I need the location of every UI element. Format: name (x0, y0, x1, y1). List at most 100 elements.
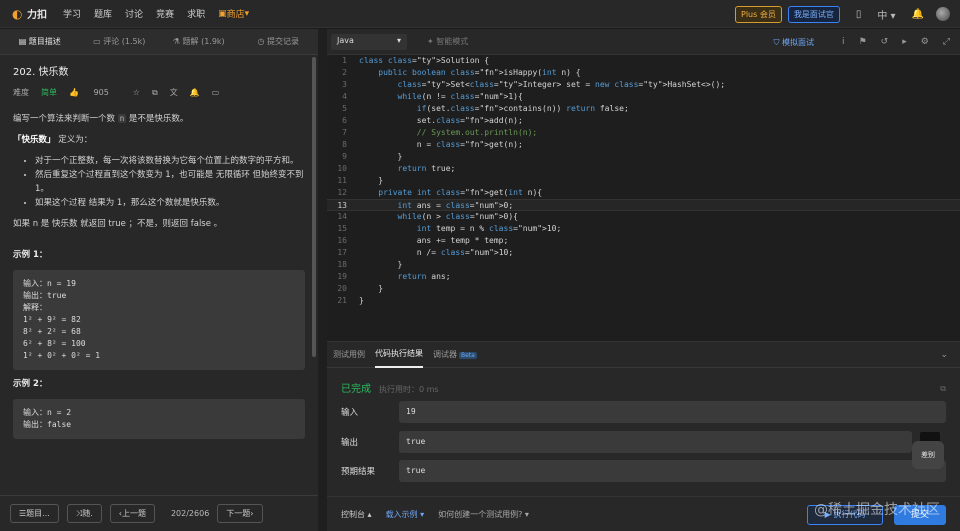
star-icon[interactable]: ☆ (133, 87, 140, 99)
code-line[interactable]: 14 while(n > class="num">0){ (327, 211, 960, 223)
code-line[interactable]: 19 return ans; (327, 271, 960, 283)
line-number: 16 (337, 236, 347, 245)
list-item: 如果这个过程 结果为 1，那么这个数就是快乐数。 (35, 197, 305, 210)
line-number: 19 (337, 272, 347, 281)
fullscreen-icon[interactable]: ⤢ (943, 37, 950, 47)
code-editor[interactable]: 1 class class="ty">Solution {2 public boo… (327, 55, 960, 341)
mobile-icon[interactable]: ▯ (856, 9, 862, 20)
code-line[interactable]: 3 class="ty">Set<class="ty">Integer> set… (327, 79, 960, 91)
bell-icon[interactable]: 🔔 (190, 87, 200, 99)
problem-description: 编写一个算法来判断一个数 n 是不是快乐数。 (13, 113, 305, 126)
leetcode-logo[interactable]: ◐ 力扣 (12, 6, 47, 22)
code-line[interactable]: 8 n = class="fn">get(n); (327, 139, 960, 151)
help-link[interactable]: 如何创建一个测试用例? ▾ (438, 509, 529, 520)
problem-tabs: ▤ 题目描述 ▭ 评论 (1.5k) ⚗ 题解 (1.9k) ◷ 提交记录 (0, 29, 318, 55)
chevron-down-icon[interactable]: ⌄ (940, 350, 948, 360)
language-switch[interactable]: 中 ▾ (877, 7, 895, 22)
difficulty-label: 难度 (13, 87, 29, 97)
expected-value: true (399, 460, 946, 482)
tab-comments[interactable]: ▭ 评论 (1.5k) (80, 36, 160, 47)
problem-list-button[interactable]: ☰ 题目... (10, 504, 59, 523)
code-text: } (359, 284, 384, 293)
code-line[interactable]: 15 int temp = n % class="num">10; (327, 223, 960, 235)
settings-icon[interactable]: ⚙ (921, 37, 929, 47)
expected-label: 预期结果 (341, 467, 376, 477)
scrollbar[interactable] (312, 57, 316, 357)
code-text: set.class="fn">add(n); (359, 116, 523, 125)
prev-button[interactable]: ‹ 上一题 (109, 504, 155, 523)
terminal-icon[interactable]: ▸ (902, 37, 907, 47)
nav-problems[interactable]: 题库 (94, 7, 112, 20)
code-line[interactable]: 16 ans += temp * temp; (327, 235, 960, 247)
smart-mode-toggle[interactable]: ✦ 智能模式 (427, 36, 468, 47)
plus-membership-button[interactable]: Plus 会员 (735, 5, 782, 23)
code-line[interactable]: 9 } (327, 151, 960, 163)
info-icon[interactable]: i (842, 37, 845, 47)
code-line[interactable]: 4 while(n != class="num">1){ (327, 91, 960, 103)
code-line[interactable]: 20 } (327, 283, 960, 295)
console-tabs: 测试用例 代码执行结果 调试器 Beta ⌄ (327, 342, 960, 368)
interviewer-button[interactable]: 我是面试官 (787, 5, 840, 23)
code-line[interactable]: 11 } (327, 175, 960, 187)
bell-icon[interactable]: 🔔 (912, 9, 924, 20)
inline-code: n (117, 113, 127, 123)
code-line[interactable]: 12 private int class="fn">get(int n){ (327, 187, 960, 199)
tab-testcase[interactable]: 测试用例 (333, 342, 365, 367)
random-button[interactable]: ⤨ 随. (66, 504, 102, 523)
code-text: if(set.class="fn">contains(n)) return fa… (416, 104, 629, 113)
tab-description[interactable]: ▤ 题目描述 (0, 36, 80, 47)
button-label: 题目... (26, 509, 50, 518)
tab-submissions[interactable]: ◷ 提交记录 (239, 36, 319, 47)
nav-contest[interactable]: 竞赛 (156, 7, 174, 20)
reset-icon[interactable]: ↺ (881, 37, 889, 47)
share-icon[interactable]: ⧉ (152, 87, 158, 99)
code-text: } (359, 152, 403, 161)
feedback-icon[interactable]: ▭ (212, 87, 220, 99)
panel-splitter[interactable] (318, 29, 327, 531)
code-line[interactable]: 5 if(set.class="fn">contains(n)) return … (327, 103, 960, 115)
example-line: 6² + 8² = 100 (23, 339, 86, 349)
example-line: 输入：n = 19 (23, 279, 76, 289)
like-button[interactable]: 👍 905 (69, 87, 121, 99)
nav-store[interactable]: ▣ 商店 ▾ (218, 7, 249, 21)
code-line[interactable]: 18 } (327, 259, 960, 271)
tab-solutions[interactable]: ⚗ 题解 (1.9k) (159, 36, 239, 47)
next-button[interactable]: 下一题 › (217, 504, 263, 523)
nav-jobs[interactable]: 求职 (187, 7, 205, 20)
code-line[interactable]: 21} (327, 295, 960, 307)
code-line[interactable]: 6 set.class="fn">add(n); (327, 115, 960, 127)
code-line[interactable]: 17 n /= class="num">10; (327, 247, 960, 259)
button-label: 下一题 (226, 509, 251, 518)
nav-learn[interactable]: 学习 (63, 7, 81, 20)
input-label: 输入 (341, 408, 359, 418)
line-number: 11 (337, 176, 347, 185)
example-line: 输出：true (23, 291, 67, 301)
code-line[interactable]: 7 // System.out.println(n); (327, 127, 960, 139)
line-number: 10 (337, 164, 347, 173)
tab-result[interactable]: 代码执行结果 (375, 341, 423, 368)
input-row: 输入 19 (341, 401, 946, 423)
diff-floating-button[interactable]: 差别 (912, 441, 944, 469)
tab-label: 提交记录 (267, 37, 300, 46)
console-label: 控制台 (341, 509, 365, 519)
code-text: class="ty">Set<class="ty">Integer> set =… (397, 80, 726, 89)
code-line[interactable]: 10 return true; (327, 163, 960, 175)
code-line[interactable]: 13 int ans = class="num">0; (327, 199, 960, 211)
code-line[interactable]: 1 class class="ty">Solution { (327, 55, 960, 67)
input-value: 19 (399, 401, 946, 423)
language-select[interactable]: Java ▾ (331, 33, 407, 50)
copy-icon[interactable]: ⧉ (940, 384, 946, 394)
code-text: return ans; (397, 272, 451, 281)
difficulty-badge: 简单 (41, 87, 57, 97)
tab-debugger[interactable]: 调试器 Beta (433, 342, 477, 367)
code-line[interactable]: 2 public boolean class="fn">isHappy(int … (327, 67, 960, 79)
console-toggle[interactable]: 控制台 ▴ (341, 509, 372, 520)
code-text: return true; (397, 164, 456, 173)
load-example-button[interactable]: 载入示例 ▾ (386, 509, 425, 520)
nav-discuss[interactable]: 讨论 (125, 7, 143, 20)
code-text: // System.out.println(n); (359, 128, 538, 137)
avatar[interactable] (936, 7, 950, 21)
translate-icon[interactable]: 文 (170, 87, 178, 99)
flag-icon[interactable]: ⚑ (859, 37, 867, 47)
mock-interview-button[interactable]: ⛉ 模拟面试 (774, 37, 815, 48)
